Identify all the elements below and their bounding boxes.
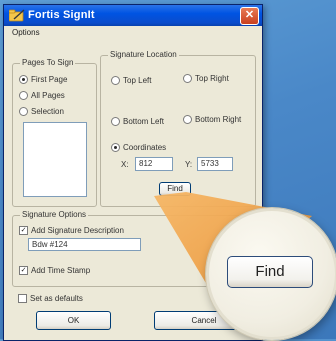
close-button[interactable]: ✕ [240, 7, 259, 25]
radio-all-pages[interactable]: All Pages [19, 91, 65, 101]
radio-coordinates-label: Coordinates [123, 143, 167, 152]
title-bar[interactable]: Fortis SignIt ✕ [4, 5, 262, 26]
signature-options-legend: Signature Options [20, 210, 89, 219]
radio-dot [111, 76, 120, 86]
add-description-checkbox[interactable]: ✓ Add Signature Description [19, 226, 124, 236]
checkbox-box: ✓ [19, 266, 28, 276]
add-timestamp-checkbox[interactable]: ✓ Add Time Stamp [19, 266, 91, 276]
checkbox-box [18, 294, 27, 304]
add-description-label: Add Signature Description [31, 226, 124, 235]
find-button[interactable]: Find [159, 182, 191, 196]
magnifier-callout: Find [206, 208, 336, 340]
radio-top-left-label: Top Left [123, 76, 152, 85]
pages-to-sign-legend: Pages To Sign [20, 58, 76, 67]
set-defaults-checkbox[interactable]: Set as defaults [18, 294, 83, 304]
x-coordinate-input[interactable]: 812 [135, 157, 173, 171]
magnified-find-button: Find [227, 256, 313, 288]
signature-location-group: Signature Location Top Left Top Right Bo… [100, 50, 256, 207]
radio-selection[interactable]: Selection [19, 107, 64, 117]
radio-dot [183, 74, 192, 84]
radio-dot [183, 115, 192, 125]
selection-listbox[interactable] [23, 122, 87, 197]
radio-dot [111, 117, 120, 127]
window-title: Fortis SignIt [28, 9, 95, 21]
radio-top-left[interactable]: Top Left [111, 76, 152, 86]
radio-selection-label: Selection [31, 107, 64, 116]
radio-bottom-left-label: Bottom Left [123, 117, 164, 126]
radio-coordinates[interactable]: Coordinates [111, 143, 167, 153]
radio-all-pages-label: All Pages [31, 91, 65, 100]
radio-dot [111, 143, 120, 153]
radio-bottom-left[interactable]: Bottom Left [111, 117, 164, 127]
y-label: Y: [185, 160, 193, 169]
radio-first-page-label: First Page [31, 75, 68, 84]
radio-dot [19, 107, 28, 117]
close-icon: ✕ [244, 9, 255, 21]
radio-bottom-right-label: Bottom Right [195, 115, 242, 124]
ok-button[interactable]: OK [36, 311, 111, 330]
pen-folder-icon [9, 9, 25, 22]
menu-bar: Options [4, 26, 262, 40]
radio-dot [19, 91, 28, 101]
radio-dot [19, 75, 28, 85]
radio-top-right[interactable]: Top Right [183, 74, 229, 84]
radio-bottom-right[interactable]: Bottom Right [183, 115, 242, 125]
signature-location-legend: Signature Location [108, 50, 179, 59]
radio-top-right-label: Top Right [195, 74, 229, 83]
menu-options[interactable]: Options [12, 28, 40, 37]
y-coordinate-input[interactable]: 5733 [197, 157, 233, 171]
set-defaults-label: Set as defaults [30, 294, 83, 303]
checkbox-box: ✓ [19, 226, 28, 236]
add-timestamp-label: Add Time Stamp [31, 266, 91, 275]
description-input[interactable]: Bdw #124 [28, 238, 141, 251]
x-label: X: [121, 160, 129, 169]
radio-first-page[interactable]: First Page [19, 75, 68, 85]
pages-to-sign-group: Pages To Sign First Page All Pages Selec… [12, 58, 97, 207]
